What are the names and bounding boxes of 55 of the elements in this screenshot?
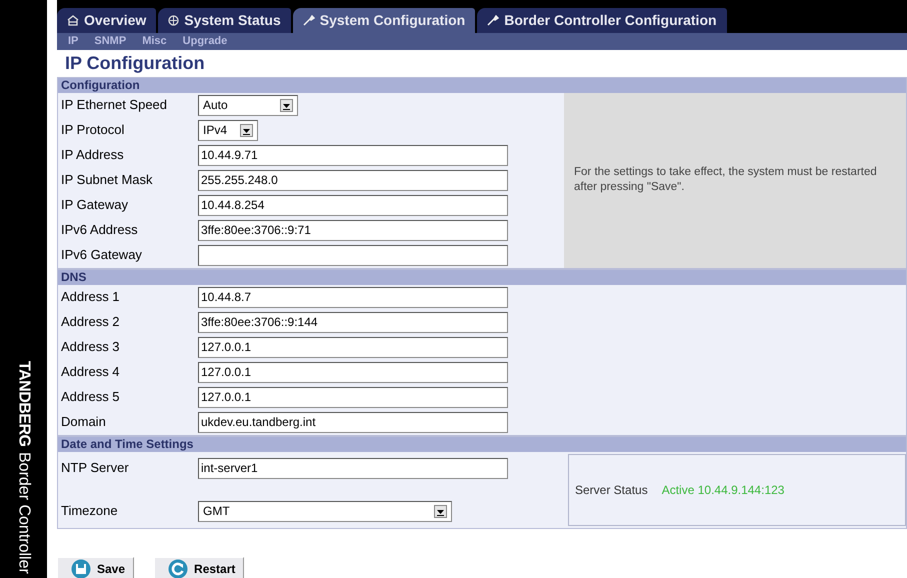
field-label: IP Ethernet Speed bbox=[60, 96, 168, 114]
wrench-icon bbox=[487, 15, 500, 26]
field-label: Address 1 bbox=[60, 288, 121, 306]
text-field[interactable]: 10.44.8.7 bbox=[198, 286, 508, 308]
sub-navigation-link[interactable]: IP bbox=[68, 33, 78, 50]
field-label: IP Subnet Mask bbox=[60, 171, 154, 190]
status-value: Active 10.44.9.144:123 bbox=[662, 482, 784, 498]
text-field[interactable]: 127.0.0.1 bbox=[198, 362, 508, 382]
field-label: IPv6 Address bbox=[60, 221, 139, 240]
field-label: Address 3 bbox=[60, 338, 121, 356]
text-field[interactable]: int-server1 bbox=[198, 458, 508, 478]
text-field[interactable]: 127.0.0.1 bbox=[198, 336, 508, 358]
text-field[interactable]: 3ffe:80ee:3706::9:71 bbox=[198, 220, 508, 240]
text-field[interactable]: 3ffe:80ee:3706::9:144 bbox=[198, 312, 508, 332]
sub-navigation-link[interactable]: Misc bbox=[142, 33, 167, 50]
text-field[interactable]: 255.255.248.0 bbox=[198, 170, 508, 190]
field-label: IPv6 Gateway bbox=[60, 246, 143, 264]
dropdown[interactable]: Auto bbox=[198, 94, 298, 116]
text-field[interactable]: 127.0.0.1 bbox=[198, 386, 508, 408]
tab[interactable]: Overview bbox=[57, 8, 156, 33]
text-field[interactable] bbox=[198, 244, 508, 266]
action-button[interactable]: Restart bbox=[154, 556, 244, 578]
wrench-icon bbox=[302, 15, 315, 26]
restart-note: For the settings to take effect, the system must be restarted after pressing "Save". bbox=[574, 165, 878, 195]
sub-navigation-link[interactable]: SNMP bbox=[94, 33, 126, 50]
field-label: Address 5 bbox=[60, 388, 121, 406]
dropdown[interactable]: IPv4 bbox=[198, 120, 258, 140]
floppy-disk-icon bbox=[71, 558, 91, 578]
page-title: IP Configuration bbox=[64, 52, 206, 75]
dropdown[interactable]: GMT bbox=[198, 500, 452, 522]
field-label: Address 4 bbox=[60, 363, 121, 382]
tab[interactable]: Border Controller Configuration bbox=[477, 8, 727, 33]
text-field[interactable]: ukdev.eu.tandberg.int bbox=[198, 412, 508, 432]
refresh-icon bbox=[168, 558, 188, 578]
field-label: Address 2 bbox=[60, 313, 121, 332]
section-heading: DNS bbox=[58, 270, 906, 284]
sub-navigation-link[interactable]: Upgrade bbox=[182, 33, 228, 50]
status-label: Server Status bbox=[575, 482, 648, 498]
field-label: Timezone bbox=[60, 502, 119, 520]
field-label: Domain bbox=[60, 413, 107, 432]
field-label: IP Gateway bbox=[60, 196, 129, 214]
field-label: IP Protocol bbox=[60, 121, 126, 140]
text-field[interactable]: 10.44.8.254 bbox=[198, 194, 508, 216]
text-field[interactable]: 10.44.9.71 bbox=[198, 144, 508, 166]
field-label: NTP Server bbox=[60, 459, 130, 478]
tab[interactable]: System Status bbox=[158, 8, 291, 33]
section-heading: Configuration bbox=[58, 78, 906, 92]
home-icon bbox=[67, 15, 79, 26]
section-heading: Date and Time Settings bbox=[58, 436, 906, 452]
action-button[interactable]: Save bbox=[57, 556, 134, 578]
product-name: Border Controller bbox=[14, 452, 34, 574]
brand-logo: TANDBERG bbox=[14, 360, 34, 446]
field-label: IP Address bbox=[60, 146, 125, 164]
tab[interactable]: System Configuration bbox=[292, 8, 476, 33]
circle-icon bbox=[168, 15, 180, 26]
